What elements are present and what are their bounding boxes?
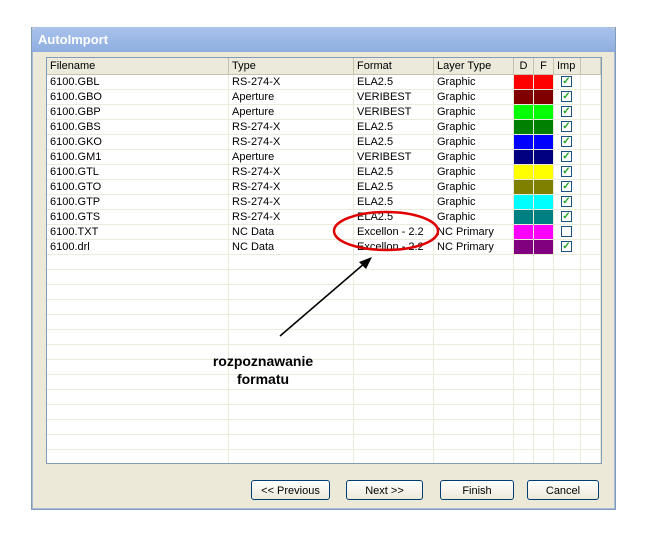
arrow-line	[279, 262, 366, 337]
highlight-ellipse	[332, 210, 440, 252]
annotation-overlay	[279, 210, 440, 337]
annotation-text: rozpoznawanie formatu	[198, 352, 328, 388]
annotation-line2: formatu	[236, 371, 290, 387]
annotation-line1: rozpoznawanie	[212, 353, 314, 369]
